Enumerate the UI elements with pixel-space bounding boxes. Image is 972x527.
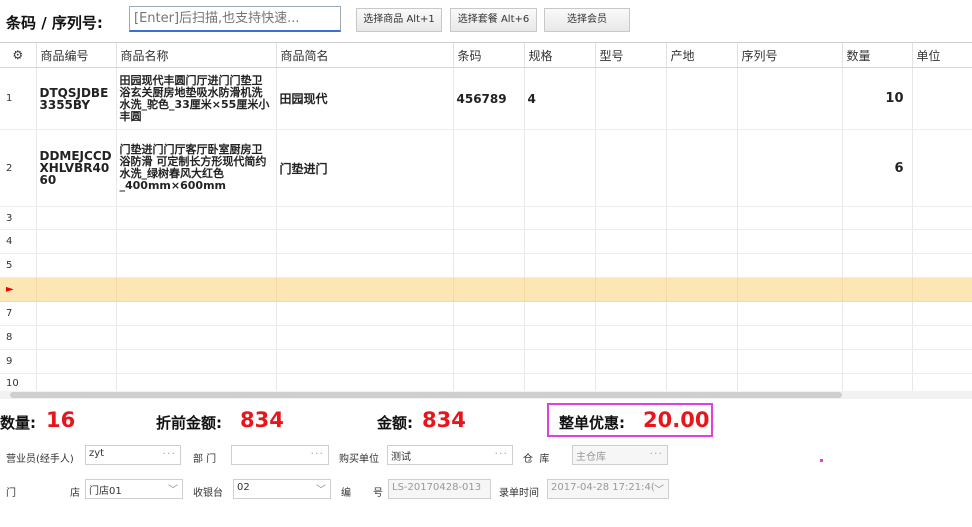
table-row[interactable]: 5 [0, 253, 972, 278]
unit-cell[interactable] [912, 129, 972, 207]
goods-name-cell[interactable]: 门垫进门门厅客厅卧室厨房卫浴防滑 可定制长方形现代简约水洗_绿树春风大红色_40… [116, 129, 277, 207]
origin-cell[interactable] [666, 129, 738, 207]
col-header[interactable]: 商品名称 [116, 43, 277, 68]
entry-time-field[interactable]: 2017-04-28 17:21:4(﹀ [547, 479, 669, 499]
scan-label: 条码 / 序列号: [6, 14, 103, 32]
col-header[interactable]: 单位 [912, 43, 972, 68]
table-row[interactable]: 3 [0, 206, 972, 230]
chevron-down-icon[interactable]: ﹀ [316, 481, 326, 496]
row-number: 3 [0, 206, 37, 230]
more-icon[interactable]: ··· [650, 447, 664, 460]
spec-cell[interactable] [524, 129, 596, 207]
scrollbar-thumb[interactable] [10, 392, 842, 398]
more-icon[interactable]: ··· [311, 447, 325, 460]
buyer-field[interactable]: 测试 ··· [387, 445, 513, 465]
marker-dot [820, 459, 823, 462]
dept-label: 部 门 [193, 454, 217, 465]
table-row[interactable]: 2 DDMEJCCDXHLVBR4060 门垫进门门厅客厅卧室厨房卫浴防滑 可定… [0, 129, 972, 207]
qty-cell[interactable]: 6 [842, 129, 913, 207]
row-number: 7 [0, 301, 37, 326]
gear-icon[interactable]: ⚙ [0, 43, 37, 68]
salesman-label: 营业员(经手人) [6, 454, 74, 465]
number-label: 编 [341, 488, 351, 499]
select-package-button[interactable]: 选择套餐 Alt+6 [450, 8, 537, 32]
discount-label: 整单优惠: [559, 414, 625, 432]
row-number: 1 [0, 67, 37, 130]
barcode-cell[interactable] [453, 129, 525, 207]
table-row[interactable]: 9 [0, 349, 972, 374]
scan-input[interactable] [129, 6, 341, 32]
col-header[interactable]: 数量 [842, 43, 913, 68]
pre-discount-value: 834 [240, 408, 284, 432]
col-header[interactable]: 商品编号 [36, 43, 117, 68]
qty-label: 数量: [0, 414, 36, 432]
discount-value[interactable]: 20.00 [643, 408, 709, 432]
amount-label: 金额: [377, 414, 413, 432]
table-row[interactable]: 1 DTQSJDBE3355BY 田园现代丰圆门厅进门门垫卫浴玄关厨房地垫吸水防… [0, 67, 972, 130]
col-header[interactable]: 序列号 [737, 43, 843, 68]
row-number: 9 [0, 349, 37, 374]
salesman-field[interactable]: zyt ··· [85, 445, 181, 465]
more-icon[interactable]: ··· [495, 447, 509, 460]
col-header[interactable]: 型号 [595, 43, 667, 68]
goods-code-cell[interactable]: DTQSJDBE3355BY [36, 67, 117, 130]
col-header[interactable]: 商品简名 [276, 43, 454, 68]
table-row[interactable]: 7 [0, 301, 972, 326]
model-cell[interactable] [595, 67, 667, 130]
warehouse-field[interactable]: 主仓库 ··· [572, 445, 668, 465]
row-number: 5 [0, 253, 37, 278]
shop-label: 门 [6, 488, 16, 499]
qty-value: 16 [46, 408, 76, 432]
col-header[interactable]: 条码 [453, 43, 525, 68]
goods-short-cell[interactable]: 田园现代 [276, 67, 454, 130]
goods-grid: ⚙ 商品编号 商品名称 商品简名 条码 规格 型号 产地 序列号 数量 单位 1… [0, 42, 972, 398]
row-number: 2 [0, 129, 37, 207]
select-member-button[interactable]: 选择会员 [544, 8, 630, 32]
buyer-label: 购买单位 [339, 454, 379, 465]
table-row-selected[interactable]: ► [0, 277, 972, 302]
shop-label-2: 店 [70, 488, 80, 499]
row-number: 4 [0, 229, 37, 254]
serial-cell[interactable] [737, 67, 843, 130]
origin-cell[interactable] [666, 67, 738, 130]
table-row[interactable]: 8 [0, 325, 972, 350]
cashier-select[interactable]: 02 ﹀ [233, 479, 331, 499]
more-icon[interactable]: ··· [163, 447, 177, 460]
goods-name-cell[interactable]: 田园现代丰圆门厅进门门垫卫浴玄关厨房地垫吸水防滑机洗水洗_驼色_33厘米×55厘… [116, 67, 277, 130]
shop-select[interactable]: 门店01 ﹀ [85, 479, 183, 499]
unit-cell[interactable] [912, 67, 972, 130]
entry-time-label: 录单时间 [499, 488, 539, 499]
warehouse-label: 仓 库 [523, 454, 550, 465]
model-cell[interactable] [595, 129, 667, 207]
select-goods-button[interactable]: 选择商品 Alt+1 [356, 8, 442, 32]
col-header[interactable]: 产地 [666, 43, 738, 68]
goods-short-cell[interactable]: 门垫进门 [276, 129, 454, 207]
row-number: 8 [0, 325, 37, 350]
chevron-down-icon[interactable]: ﹀ [654, 481, 664, 496]
serial-cell[interactable] [737, 129, 843, 207]
spec-cell[interactable]: 4 [524, 67, 596, 130]
order-number-field: LS-20170428-013 [388, 479, 491, 499]
qty-cell[interactable]: 10 [842, 67, 913, 130]
row-pointer-icon: ► [0, 277, 37, 302]
table-row[interactable]: 4 [0, 229, 972, 254]
goods-code-cell[interactable]: DDMEJCCDXHLVBR4060 [36, 129, 117, 207]
chevron-down-icon[interactable]: ﹀ [168, 481, 178, 496]
cashier-label: 收银台 [193, 488, 223, 499]
amount-value: 834 [422, 408, 466, 432]
pre-discount-label: 折前金额: [156, 414, 222, 432]
dept-field[interactable]: ··· [231, 445, 329, 465]
col-header[interactable]: 规格 [524, 43, 596, 68]
barcode-cell[interactable]: 456789 [453, 67, 525, 130]
number-label-2: 号 [373, 488, 383, 499]
